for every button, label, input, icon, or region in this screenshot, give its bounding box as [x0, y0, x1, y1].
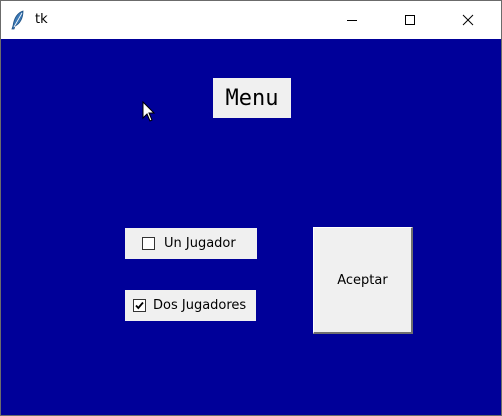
main-panel: Menu Un Jugador Dos Jugadores Aceptar — [1, 39, 501, 415]
minimize-icon — [346, 11, 358, 30]
option-un-jugador[interactable]: Un Jugador — [125, 228, 257, 259]
checkbox-un-jugador[interactable] — [142, 237, 155, 250]
checkmark-icon — [135, 301, 144, 310]
title-bar[interactable]: tk — [1, 1, 501, 39]
close-button[interactable] — [445, 1, 491, 39]
maximize-icon — [404, 11, 416, 30]
option-label-un-jugador: Un Jugador — [164, 236, 236, 251]
menu-heading: Menu — [213, 78, 291, 118]
window-title: tk — [35, 12, 48, 27]
option-label-dos-jugadores: Dos Jugadores — [153, 298, 247, 313]
option-dos-jugadores[interactable]: Dos Jugadores — [125, 290, 256, 321]
app-window: tk Menu Un Jugador Dos Jugadores Aceptar — [0, 0, 502, 416]
checkbox-dos-jugadores[interactable] — [133, 299, 146, 312]
mouse-cursor-icon — [142, 100, 156, 123]
close-icon — [462, 11, 474, 30]
accept-button[interactable]: Aceptar — [313, 227, 413, 334]
feather-icon — [10, 10, 26, 30]
minimize-button[interactable] — [329, 1, 375, 39]
maximize-button[interactable] — [387, 1, 433, 39]
